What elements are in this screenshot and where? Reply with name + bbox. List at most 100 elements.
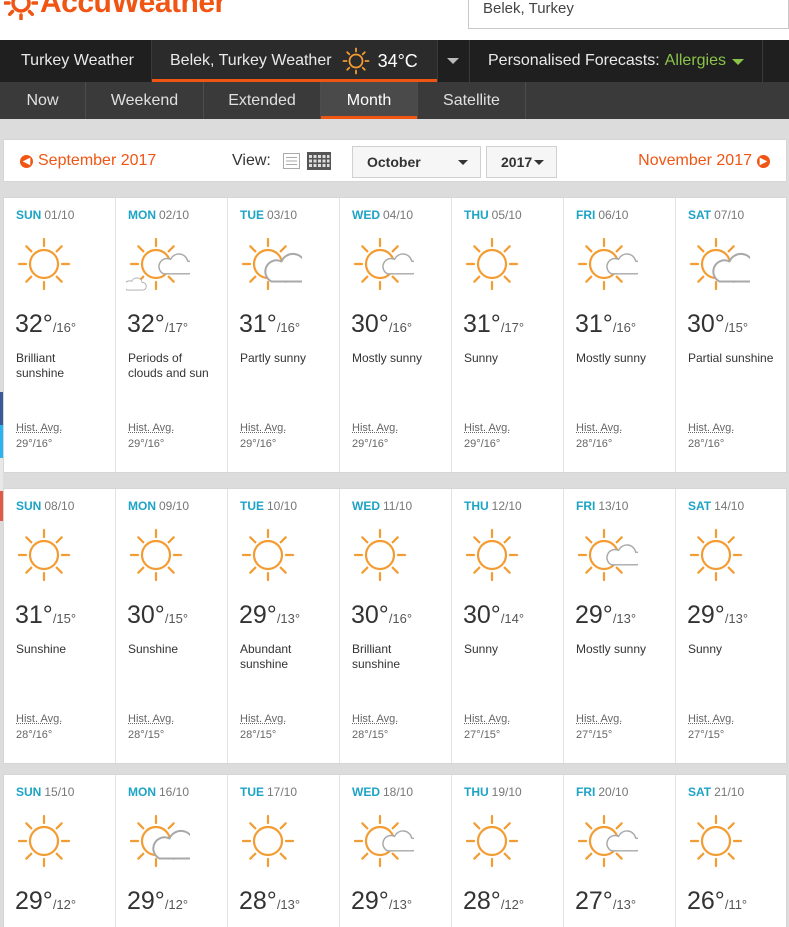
day-cell[interactable]: SUN 01/10 32°/16° Brilliant sunshine Hist…: [4, 198, 116, 472]
low-temp: /13°: [388, 897, 413, 912]
sun-icon: [686, 811, 750, 875]
week-row: SUN 08/10 31°/15° Sunshine Hist. Avg. 28°…: [3, 488, 787, 764]
hist-avg-value: 27°/15°: [576, 729, 613, 741]
day-date: 11/10: [383, 499, 413, 513]
day-header: SAT 07/10: [688, 208, 744, 222]
day-cell[interactable]: FRI 20/10 27°/13°: [564, 775, 676, 927]
condition-text: Mostly sunny: [576, 351, 647, 365]
day-temperatures: 26°/11°: [687, 887, 747, 916]
day-cell[interactable]: TUE 03/10 31°/16° Partly sunny Hist. Avg.…: [228, 198, 340, 472]
day-of-week: SUN: [16, 208, 42, 222]
calendar-view-icon[interactable]: [307, 152, 331, 170]
previous-month-link[interactable]: ◀ September 2017: [20, 152, 156, 170]
high-temp: 29°: [575, 601, 613, 629]
historical-average: Hist. Avg. 28°/15°: [352, 711, 398, 743]
day-header: TUE 03/10: [240, 208, 297, 222]
day-temperatures: 29°/12°: [15, 887, 76, 916]
condition-text: Partial sunshine: [688, 351, 774, 365]
high-temp: 27°: [575, 887, 613, 915]
low-temp: /16°: [388, 320, 413, 335]
day-of-week: TUE: [240, 499, 264, 513]
hist-avg-value: 28°/15°: [352, 729, 389, 741]
tab-now[interactable]: Now: [0, 82, 85, 119]
sun-icon: [14, 234, 78, 298]
day-temperatures: 30°/16°: [351, 310, 412, 339]
day-cell[interactable]: WED 04/10 30°/16° Mostly sunny Hist. Avg.…: [340, 198, 452, 472]
day-of-week: THU: [464, 785, 489, 799]
low-temp: /15°: [52, 611, 77, 626]
allergies-link[interactable]: Allergies: [665, 52, 726, 70]
low-temp: /12°: [52, 897, 77, 912]
day-cell[interactable]: WED 11/10 30°/16° Brilliant sunshine Hist…: [340, 489, 452, 763]
day-cell[interactable]: THU 05/10 31°/17° Sunny Hist. Avg. 29°/16…: [452, 198, 564, 472]
day-cell[interactable]: FRI 06/10 31°/16° Mostly sunny Hist. Avg.…: [564, 198, 676, 472]
low-temp: /16°: [388, 611, 413, 626]
day-date: 12/10: [491, 499, 522, 513]
sun-icon: [350, 525, 414, 589]
low-temp: /11°: [724, 897, 748, 912]
day-cell[interactable]: THU 19/10 28°/12°: [452, 775, 564, 927]
day-of-week: TUE: [240, 785, 264, 799]
chevron-down-icon: [447, 58, 459, 64]
day-cell[interactable]: SUN 08/10 31°/15° Sunshine Hist. Avg. 28°…: [4, 489, 116, 763]
condition-text: Sunny: [464, 351, 499, 365]
day-temperatures: 32°/17°: [127, 310, 188, 339]
day-of-week: TUE: [240, 208, 264, 222]
day-of-week: THU: [464, 499, 489, 513]
day-of-week: SAT: [688, 785, 712, 799]
nav-divider: [762, 40, 763, 82]
day-cell[interactable]: MON 16/10 29°/12°: [116, 775, 228, 927]
day-cell[interactable]: THU 12/10 30°/14° Sunny Hist. Avg. 27°/15…: [452, 489, 564, 763]
day-cell[interactable]: SAT 07/10 30°/15° Partial sunshine Hist. …: [676, 198, 788, 472]
country-weather-link[interactable]: Turkey Weather: [0, 40, 151, 82]
accuweather-logo[interactable]: AccuWeather: [3, 0, 226, 21]
day-date: 13/10: [598, 499, 629, 513]
historical-average: Hist. Avg. 28°/15°: [128, 711, 174, 743]
city-weather-link[interactable]: Belek, Turkey Weather 34°C: [152, 40, 437, 82]
low-temp: /13°: [612, 611, 637, 626]
location-search-input[interactable]: Belek, Turkey: [468, 0, 789, 29]
high-temp: 30°: [127, 601, 165, 629]
tab-month[interactable]: Month: [321, 82, 417, 119]
hist-avg-label: Hist. Avg.: [576, 422, 623, 434]
sun-icon: [462, 234, 526, 298]
day-date: 16/10: [159, 785, 190, 799]
day-header: FRI 06/10: [576, 208, 628, 222]
day-cell[interactable]: FRI 13/10 29°/13° Mostly sunny Hist. Avg.…: [564, 489, 676, 763]
day-date: 21/10: [714, 785, 745, 799]
high-temp: 29°: [15, 887, 53, 915]
day-cell[interactable]: SAT 14/10 29°/13° Sunny Hist. Avg. 27°/15…: [676, 489, 788, 763]
month-select[interactable]: October: [352, 146, 481, 178]
tab-weekend[interactable]: Weekend: [86, 82, 203, 119]
year-select[interactable]: 2017: [486, 146, 557, 178]
condition-text: Sunshine: [16, 642, 67, 656]
day-cell[interactable]: TUE 17/10 28°/13°: [228, 775, 340, 927]
day-temperatures: 32°/16°: [15, 310, 76, 339]
day-cell[interactable]: MON 02/10 32°/17° Periods of clouds and s…: [116, 198, 228, 472]
location-dropdown-toggle[interactable]: [438, 40, 468, 82]
day-header: WED 18/10: [352, 785, 413, 799]
day-cell[interactable]: SUN 15/10 29°/12°: [4, 775, 116, 927]
day-cell[interactable]: MON 09/10 30°/15° Sunshine Hist. Avg. 28°…: [116, 489, 228, 763]
list-view-icon[interactable]: [283, 153, 300, 169]
day-header: WED 11/10: [352, 499, 412, 513]
personalised-forecasts-menu[interactable]: Personalised Forecasts: Allergies: [470, 40, 762, 82]
day-temperatures: 28°/12°: [463, 887, 524, 916]
mostly-sunny-icon: [574, 811, 644, 875]
day-cell[interactable]: TUE 10/10 29°/13° Abundant sunshine Hist.…: [228, 489, 340, 763]
next-month-link[interactable]: November 2017 ▶: [638, 152, 770, 170]
condition-text: Mostly sunny: [352, 351, 423, 365]
day-cell[interactable]: WED 18/10 29°/13°: [340, 775, 452, 927]
day-cell[interactable]: SAT 21/10 26°/11°: [676, 775, 788, 927]
mostly-sunny-icon: [574, 525, 644, 589]
day-of-week: MON: [128, 785, 156, 799]
historical-average: Hist. Avg. 29°/16°: [464, 420, 510, 452]
hist-avg-label: Hist. Avg.: [240, 422, 287, 434]
hist-avg-value: 28°/16°: [576, 438, 613, 450]
tab-satellite[interactable]: Satellite: [418, 82, 525, 119]
sun-icon: [126, 525, 190, 589]
week-row: SUN 01/10 32°/16° Brilliant sunshine Hist…: [3, 197, 787, 473]
logo-sun-icon: [3, 0, 39, 21]
sun-icon: [462, 811, 526, 875]
tab-extended[interactable]: Extended: [204, 82, 320, 119]
